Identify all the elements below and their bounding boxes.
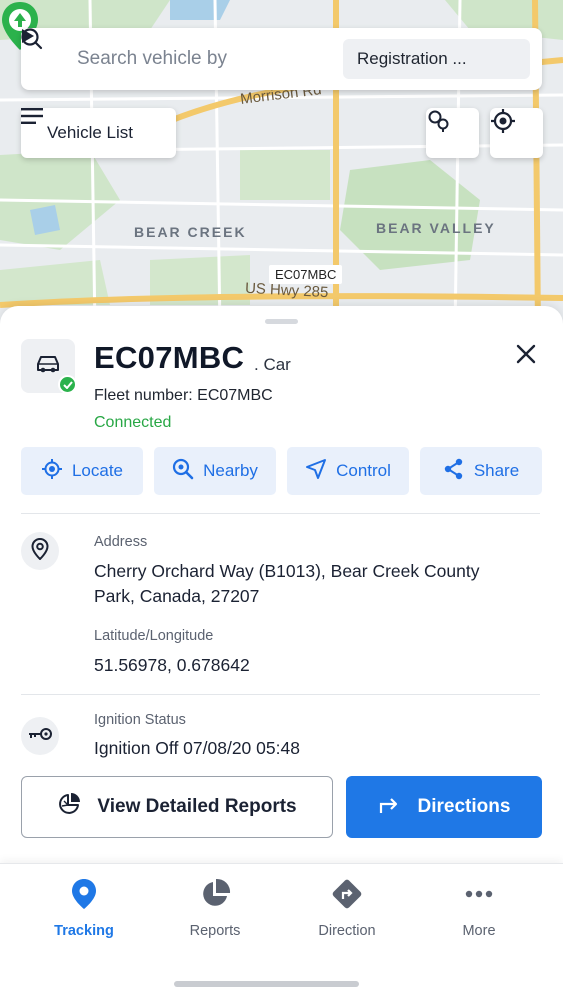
tab-label: Tracking [54, 923, 114, 939]
view-detailed-reports-button[interactable]: View Detailed Reports [21, 776, 333, 838]
share-button[interactable]: Share [420, 447, 542, 495]
map-area-label: BEAR VALLEY [376, 220, 496, 236]
vehicle-registration: EC07MBC [94, 340, 245, 375]
sheet-drag-handle[interactable] [265, 319, 298, 324]
ignition-label: Ignition Status [94, 712, 186, 728]
tab-tracking[interactable]: Tracking [24, 878, 144, 939]
navigation-arrow-icon [305, 458, 327, 485]
control-label: Control [336, 461, 391, 480]
key-icon [27, 727, 53, 746]
share-label: Share [473, 461, 520, 480]
control-button[interactable]: Control [287, 447, 409, 495]
directions-button[interactable]: Directions [346, 776, 542, 838]
tab-direction[interactable]: Direction [287, 878, 407, 939]
map-area-label: BEAR CREEK [134, 224, 247, 240]
share-icon [443, 458, 465, 485]
pie-chart-icon [57, 792, 81, 822]
tab-more[interactable]: More [419, 878, 539, 939]
vehicle-list-label: Vehicle List [47, 123, 133, 142]
directions-button-label: Directions [417, 796, 511, 817]
connection-status: Connected [94, 414, 172, 431]
multi-location-button[interactable] [426, 108, 479, 158]
connected-check-icon [58, 375, 77, 394]
nearby-label: Nearby [203, 461, 258, 480]
address-value: Cherry Orchard Way (B1013), Bear Creek C… [94, 561, 480, 606]
bottom-tab-bar: Tracking Reports Direction More [0, 863, 563, 1000]
location-pin-icon [31, 537, 49, 565]
close-icon [513, 344, 539, 371]
tab-label: Direction [318, 923, 376, 939]
ignition-value: Ignition Off 07/08/20 05:48 [94, 738, 300, 758]
search-icon [172, 458, 194, 485]
tab-label: Reports [189, 923, 241, 939]
direction-sign-icon [331, 878, 363, 914]
locate-button[interactable]: Locate [21, 447, 143, 495]
action-row: Locate Nearby Control Share [21, 447, 542, 495]
close-button[interactable] [513, 341, 539, 367]
tab-label: More [462, 923, 496, 939]
locate-label: Locate [71, 461, 124, 480]
divider [21, 694, 540, 695]
search-filter-label: Registration ... [357, 49, 467, 68]
vehicle-search-bar: Registration ... [21, 28, 542, 90]
latlng-label: Latitude/Longitude [94, 628, 214, 644]
reports-button-label: View Detailed Reports [97, 796, 297, 817]
latlng-value: 51.56978, 0.678642 [94, 655, 250, 675]
address-icon-wrap [21, 532, 59, 570]
pie-chart-icon [199, 878, 231, 914]
search-input[interactable] [75, 48, 343, 70]
tab-reports[interactable]: Reports [155, 878, 275, 939]
vehicle-type: . Car [254, 355, 291, 374]
marker-label: EC07MBC [269, 265, 343, 284]
fleet-number: Fleet number: EC07MBC [94, 387, 273, 404]
nearby-button[interactable]: Nearby [154, 447, 276, 495]
home-indicator [174, 981, 359, 987]
vehicle-details-sheet: EC07MBC . Car Fleet number: EC07MBC Conn… [0, 306, 563, 866]
search-filter-select[interactable]: Registration ... [22, 29, 530, 79]
vehicle-list-button[interactable]: Vehicle List [21, 108, 176, 158]
car-icon [35, 354, 61, 379]
address-label: Address [94, 534, 148, 550]
ignition-icon-wrap [21, 717, 59, 755]
turn-right-arrow-icon [378, 794, 400, 820]
more-dots-icon [463, 878, 495, 914]
crosshair-icon [41, 458, 63, 485]
location-pin-icon [70, 878, 98, 914]
divider [21, 513, 540, 514]
map-view[interactable]: BEAR CREEK BEAR VALLEY Morrison Rd US Hw… [0, 0, 563, 330]
my-location-button[interactable] [490, 108, 543, 158]
